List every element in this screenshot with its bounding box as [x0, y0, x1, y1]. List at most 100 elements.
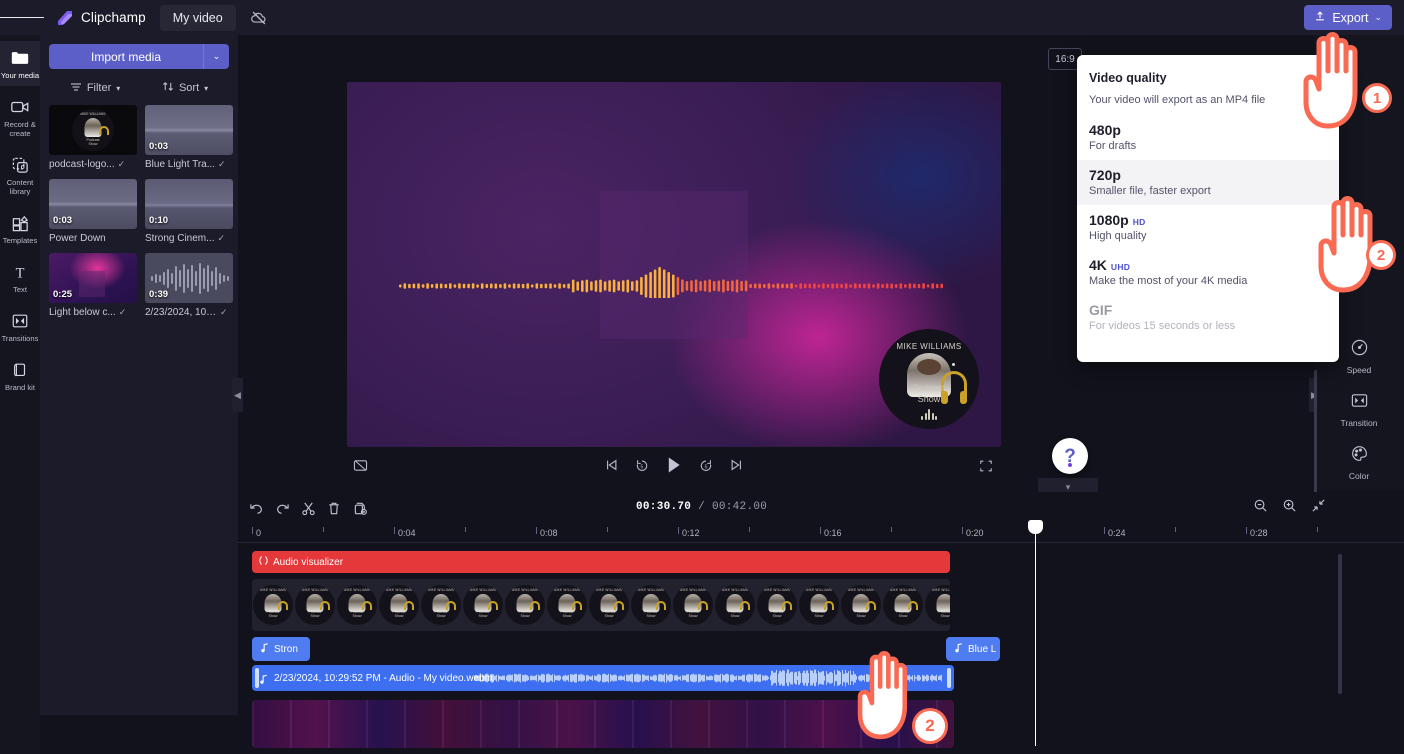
- panel-item-color[interactable]: Color: [1314, 436, 1404, 489]
- import-media-caret-button[interactable]: ⌄: [203, 44, 229, 69]
- media-tile[interactable]: 0:10 Strong Cinem... ✓: [145, 179, 233, 244]
- audio-visualizer-icon: [259, 555, 268, 569]
- skip-to-start-icon[interactable]: [605, 458, 619, 472]
- panel-item-transition[interactable]: Transition: [1314, 383, 1404, 436]
- redo-button[interactable]: [272, 498, 292, 518]
- sidebar-item-your-media[interactable]: Your media: [0, 41, 40, 86]
- strip-frame: MIKE WILLIAMSPodcastShow: [420, 579, 462, 631]
- strip-frame: MIKE WILLIAMSPodcastShow: [336, 579, 378, 631]
- clip-trim-handle-left[interactable]: [255, 668, 259, 688]
- clip-trim-handle-right[interactable]: [947, 668, 951, 688]
- export-button[interactable]: Export ⌄: [1304, 5, 1392, 30]
- clip-my-video-audio[interactable]: 2/23/2024, 10:29:52 PM - Audio - My vide…: [252, 665, 954, 691]
- media-tile[interactable]: MIKE WILLIAMS Podcast Show podcast-logo..…: [49, 105, 137, 170]
- import-media-button[interactable]: Import media: [49, 44, 203, 69]
- strip-frame: MIKE WILLIAMSPodcastShow: [294, 579, 336, 631]
- option-title: 480p: [1089, 122, 1121, 138]
- media-tile[interactable]: 0:03 Power Down: [49, 179, 137, 244]
- sidebar-item-templates[interactable]: Templates: [0, 206, 40, 251]
- dropdown-title: Video quality: [1089, 71, 1167, 85]
- filter-button[interactable]: Filter ▾: [70, 81, 120, 95]
- clip-podcast-logo-strip[interactable]: MIKE WILLIAMS Podcast Show MIKE WILLIAMS Pod…: [252, 579, 950, 631]
- delete-button[interactable]: [324, 498, 344, 518]
- media-tile[interactable]: 0:25 Light below c... ✓: [49, 253, 137, 318]
- sort-button[interactable]: Sort ▾: [162, 81, 208, 95]
- music-note-icon: [954, 642, 963, 656]
- collapse-left-panel-button[interactable]: ◀: [232, 378, 243, 412]
- export-quality-dropdown: Video quality Your video will export as …: [1077, 55, 1339, 362]
- media-tile[interactable]: 0:39 2/23/2024, 10:... ✓: [145, 253, 233, 318]
- help-button[interactable]: ?: [1052, 438, 1088, 474]
- option-desc: For videos 15 seconds or less: [1089, 320, 1236, 332]
- quality-option-4k[interactable]: 4K UHD Make the most of your 4K media: [1077, 250, 1339, 295]
- forward-5s-icon[interactable]: 5: [699, 458, 714, 473]
- fullscreen-icon[interactable]: [979, 459, 993, 473]
- time-separator: /: [691, 501, 712, 513]
- strip-frame: MIKE WILLIAMSPodcastShow: [504, 579, 546, 631]
- filter-icon: [70, 82, 82, 95]
- timeline-zoom-tools: [1253, 498, 1326, 513]
- sidebar-item-transitions[interactable]: Transitions: [0, 304, 40, 349]
- timeline-toolbar: 00:30.70 / 00:42.00: [238, 492, 1404, 524]
- sidebar-label: Content library: [6, 178, 34, 196]
- skip-to-end-icon[interactable]: [730, 458, 744, 472]
- clipchamp-app: Clipchamp My video Export ⌄ Your media R…: [0, 0, 1404, 754]
- playhead[interactable]: [1028, 520, 1043, 746]
- playhead-handle[interactable]: [1028, 520, 1043, 534]
- ruler-label: 0: [256, 528, 262, 538]
- split-button[interactable]: [298, 498, 318, 518]
- clip-label: Blue L: [968, 643, 997, 655]
- quality-option-480p[interactable]: 480p For drafts: [1077, 115, 1339, 160]
- podcast-logo-overlay[interactable]: MIKE WILLIAMS Podcast Show: [879, 329, 979, 429]
- strip-frame: MIKE WILLIAMSPodcastShow: [798, 579, 840, 631]
- sidebar-item-text[interactable]: T Text: [0, 255, 40, 300]
- sort-label: Sort: [178, 82, 200, 94]
- sidebar-item-record-create[interactable]: Record & create: [0, 90, 40, 144]
- left-rail: Your media Record & create Content libra…: [0, 35, 40, 754]
- help-dot: [1068, 463, 1072, 467]
- project-title[interactable]: My video: [159, 4, 236, 31]
- step-badge-2: 2: [1366, 240, 1396, 270]
- rewind-5s-icon[interactable]: 5: [635, 458, 650, 473]
- track-image-strip[interactable]: MIKE WILLIAMS Podcast Show MIKE WILLIAMS Pod…: [252, 579, 950, 631]
- filter-label: Filter: [86, 82, 112, 94]
- media-name: Light below c...: [49, 307, 116, 318]
- transition-icon: [1350, 391, 1369, 415]
- hamburger-icon[interactable]: [0, 0, 45, 35]
- step-badge-1: 1: [1362, 83, 1392, 113]
- track-audio-webm[interactable]: 2/23/2024, 10:29:52 PM - Audio - My vide…: [252, 665, 954, 691]
- clip-blue-light[interactable]: Blue L: [946, 637, 1000, 661]
- play-icon[interactable]: [666, 456, 683, 474]
- zoom-in-icon[interactable]: [1282, 498, 1297, 513]
- ruler-label: 0:20: [966, 528, 984, 538]
- logo-subtitle: Podcast Show: [912, 383, 946, 404]
- track-audio-visualizer[interactable]: Audio visualizer: [252, 551, 950, 573]
- undo-button[interactable]: [246, 498, 266, 518]
- zoom-out-icon[interactable]: [1253, 498, 1268, 513]
- audio-visualizer-overlay: [399, 254, 949, 305]
- playback-controls: 5 5: [347, 450, 1001, 486]
- clip-audio-visualizer[interactable]: Audio visualizer: [252, 551, 950, 573]
- duplicate-button[interactable]: [350, 498, 370, 518]
- option-title: 4K: [1089, 257, 1107, 273]
- track-audio-strong[interactable]: Stron: [252, 637, 310, 661]
- clip-light-below[interactable]: [252, 700, 954, 748]
- track-audio-blue[interactable]: Blue L: [946, 637, 1000, 661]
- media-tile[interactable]: 0:03 Blue Light Tra... ✓: [145, 105, 233, 170]
- logo-ring-text: MIKE WILLIAMS: [896, 342, 962, 351]
- panel-item-label: Color: [1348, 471, 1370, 481]
- sidebar-item-content-library[interactable]: Content library: [0, 148, 40, 202]
- track-video[interactable]: [252, 700, 954, 748]
- video-preview[interactable]: MIKE WILLIAMS Podcast Show: [347, 82, 1001, 447]
- timeline-ruler[interactable]: 0 0:04 0:08 0:12 0:16 0:20 0:24 0:28: [238, 524, 1404, 543]
- media-name: Blue Light Tra...: [145, 159, 216, 170]
- properties-scrollbar[interactable]: [1314, 370, 1317, 500]
- quality-option-720p[interactable]: 720p Smaller file, faster export: [1077, 160, 1339, 205]
- fit-to-screen-icon[interactable]: [1311, 498, 1326, 513]
- cloud-off-icon[interactable]: [248, 7, 270, 29]
- quality-option-1080p[interactable]: 1080p HD High quality: [1077, 205, 1339, 250]
- clip-strong-cinematic[interactable]: Stron: [252, 637, 310, 661]
- sidebar-item-brand-kit[interactable]: Brand kit: [0, 353, 40, 398]
- captions-off-icon[interactable]: [353, 459, 368, 472]
- timeline-scrollbar[interactable]: [1338, 554, 1342, 694]
